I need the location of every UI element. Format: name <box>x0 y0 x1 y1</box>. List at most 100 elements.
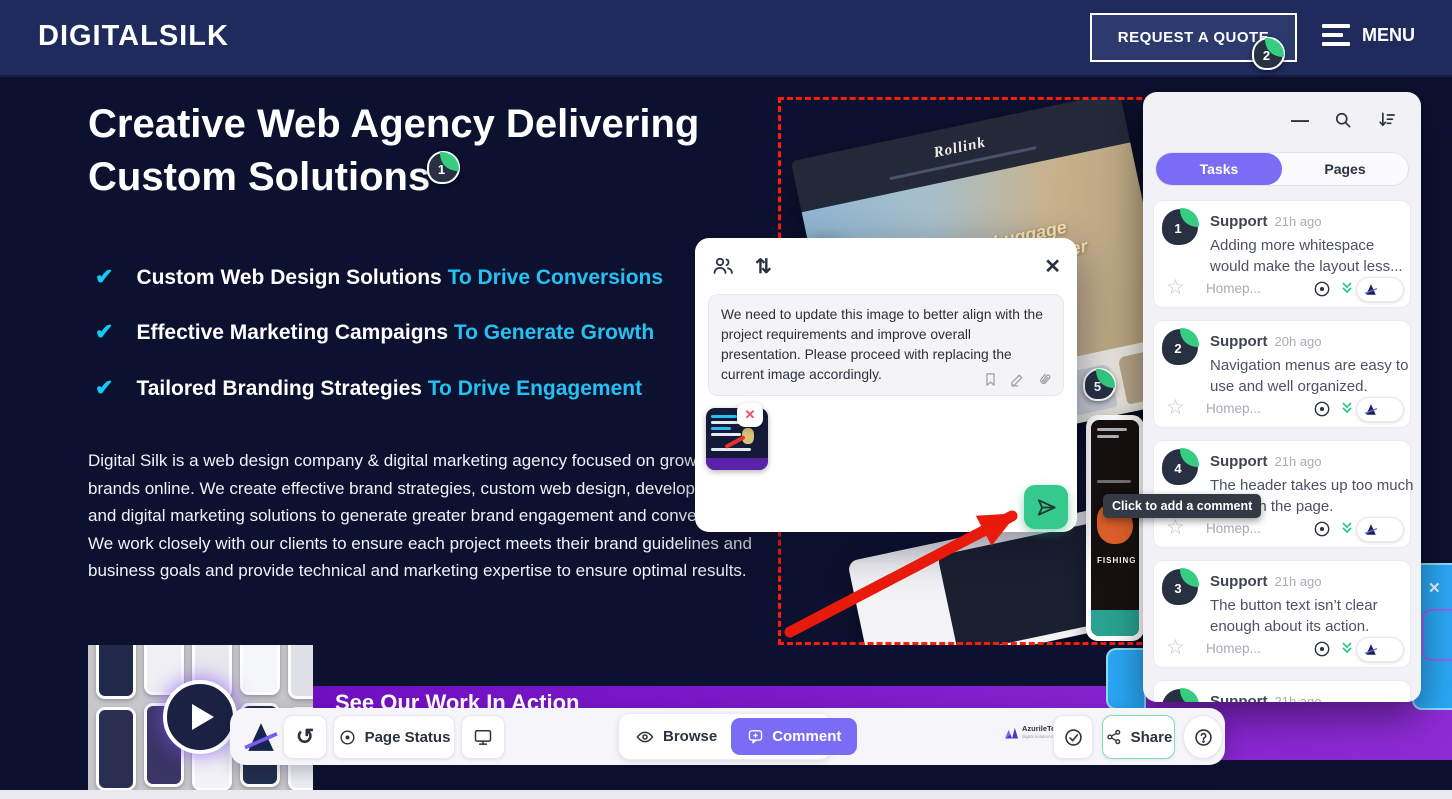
azuriletech-logo-icon <box>1381 646 1397 654</box>
tab-pages[interactable]: Pages <box>1282 153 1408 185</box>
share-icon <box>1105 728 1123 746</box>
task-card-1[interactable]: 1 Support21h ago Adding more whitespace … <box>1153 200 1411 308</box>
complete-button[interactable] <box>1053 715 1093 759</box>
comment-input[interactable]: We need to update this image to better a… <box>708 294 1064 396</box>
screen: Creative Web Agency Delivering Custom So… <box>0 0 1452 799</box>
members-icon[interactable] <box>711 254 735 278</box>
bottom-strip <box>0 790 1452 799</box>
star-icon[interactable]: ☆ <box>1166 515 1185 540</box>
priority-chevrons-icon[interactable] <box>1339 400 1355 416</box>
task-card-4[interactable]: 3 Support21h ago The button text isn’t c… <box>1153 560 1411 668</box>
comment-pin-2[interactable]: 2 <box>1252 37 1285 70</box>
hamburger-icon <box>1322 24 1350 46</box>
comment-pin-5[interactable]: 5 <box>1083 368 1116 401</box>
priority-chevrons-icon[interactable] <box>1339 520 1355 536</box>
comment-pin-1[interactable]: 1 <box>427 151 460 184</box>
minimize-icon[interactable]: — <box>1291 110 1309 131</box>
atarim-logo-icon <box>1364 523 1378 536</box>
status-circle-icon[interactable] <box>1312 639 1332 659</box>
status-circle-icon[interactable] <box>1312 399 1332 419</box>
azuriletech-logo-icon <box>1005 728 1018 739</box>
assignee-avatars[interactable] <box>1356 517 1404 542</box>
monitor-icon <box>473 727 493 747</box>
assignee-avatars[interactable] <box>1356 637 1404 662</box>
atarim-logo-icon <box>1364 643 1378 656</box>
chat-button-outline <box>1422 609 1452 661</box>
check-icon: ✔ <box>95 375 113 400</box>
task-number-badge: 2 <box>1162 329 1198 365</box>
tasks-sidebar: — Tasks Pages 1 Support21h ago Adding mo… <box>1143 92 1421 702</box>
tooltip: Click to add a comment <box>1103 494 1261 518</box>
send-icon <box>1035 496 1058 519</box>
bookmark-icon[interactable] <box>982 371 999 388</box>
checklist-item-1: ✔Custom Web Design Solutions To Drive Co… <box>95 264 663 290</box>
share-button[interactable]: Share <box>1102 715 1175 759</box>
task-card-5[interactable]: Support21h ago <box>1153 680 1411 702</box>
comment-popup: ⇅ ✕ We need to update this image to bett… <box>695 238 1077 532</box>
priority-chevrons-icon[interactable] <box>1339 640 1355 656</box>
star-icon[interactable]: ☆ <box>1166 275 1185 300</box>
comment-plus-icon <box>747 728 764 745</box>
task-card-2[interactable]: 2 Support20h ago Navigation menus are ea… <box>1153 320 1411 428</box>
sort-comments-icon[interactable]: ⇅ <box>755 254 772 279</box>
star-icon[interactable]: ☆ <box>1166 395 1185 420</box>
chat-widget-corner <box>1106 648 1146 710</box>
check-icon: ✔ <box>95 264 113 289</box>
priority-chevrons-icon[interactable] <box>1339 280 1355 296</box>
close-icon[interactable]: ✕ <box>1044 254 1061 279</box>
undo-button[interactable]: ↺ <box>283 715 327 759</box>
atarim-logo-icon <box>1364 283 1378 296</box>
edit-icon[interactable] <box>1009 371 1026 388</box>
assignee-avatars[interactable] <box>1356 397 1404 422</box>
task-page-label: Homep... <box>1206 641 1261 656</box>
check-icon: ✔ <box>95 319 113 344</box>
send-comment-button[interactable] <box>1024 485 1068 529</box>
help-icon <box>1193 727 1214 748</box>
azuriletech-logo-icon <box>1381 526 1397 534</box>
checklist-item-3: ✔Tailored Branding Strategies To Drive E… <box>95 375 642 401</box>
feedback-toolbar: ↺ Page Status Browse Comment AzurileTech… <box>230 708 1225 765</box>
status-circle-icon[interactable] <box>1312 519 1332 539</box>
site-navbar: DIGITALSILK REQUEST A QUOTE 2 MENU <box>0 0 1452 77</box>
atarim-logo-icon <box>1364 403 1378 416</box>
mockup-phone: FISHING <box>1086 415 1144 641</box>
sidebar-tabs: Tasks Pages <box>1155 152 1409 186</box>
task-number-badge: 3 <box>1162 569 1198 605</box>
task-number-badge <box>1162 689 1198 702</box>
browse-button[interactable]: Browse <box>619 727 731 747</box>
chat-close-icon[interactable]: ✕ <box>1428 579 1441 597</box>
attachment-icon[interactable] <box>1036 371 1053 388</box>
search-icon[interactable] <box>1333 110 1353 130</box>
thumbnail-banner <box>706 458 768 470</box>
circle-dot-icon <box>338 728 357 747</box>
tab-tasks[interactable]: Tasks <box>1156 153 1282 185</box>
check-circle-icon <box>1063 727 1084 748</box>
menu-button[interactable]: MENU <box>1322 24 1415 46</box>
status-circle-icon[interactable] <box>1312 279 1332 299</box>
task-number-badge: 1 <box>1162 209 1198 245</box>
comment-button[interactable]: Comment <box>731 718 857 755</box>
help-button[interactable] <box>1183 715 1223 759</box>
device-toggle-button[interactable] <box>461 715 505 759</box>
task-number-badge: 4 <box>1162 449 1198 485</box>
digitalsilk-logo: DIGITALSILK <box>38 20 229 53</box>
assignee-avatars[interactable] <box>1356 277 1404 302</box>
eye-icon <box>635 727 655 747</box>
phone-label: FISHING <box>1097 556 1136 565</box>
task-page-label: Homep... <box>1206 401 1261 416</box>
page-status-button[interactable]: Page Status <box>333 715 455 759</box>
phone-footer <box>1091 610 1139 636</box>
page-title: Creative Web Agency Delivering Custom So… <box>88 98 768 204</box>
atarim-logo-icon <box>244 721 278 753</box>
remove-attachment-icon[interactable]: ✕ <box>737 403 763 427</box>
task-page-label: Homep... <box>1206 521 1261 536</box>
star-icon[interactable]: ☆ <box>1166 635 1185 660</box>
sort-icon[interactable] <box>1377 110 1397 130</box>
play-icon <box>192 704 214 730</box>
checklist-item-2: ✔Effective Marketing Campaigns To Genera… <box>95 319 654 345</box>
azuriletech-logo-icon <box>1381 406 1397 414</box>
hero-paragraph: Digital Silk is a web design company & d… <box>88 447 752 585</box>
mode-switcher: Browse Comment <box>618 713 832 760</box>
play-button[interactable] <box>163 680 237 754</box>
task-page-label: Homep... <box>1206 281 1261 296</box>
